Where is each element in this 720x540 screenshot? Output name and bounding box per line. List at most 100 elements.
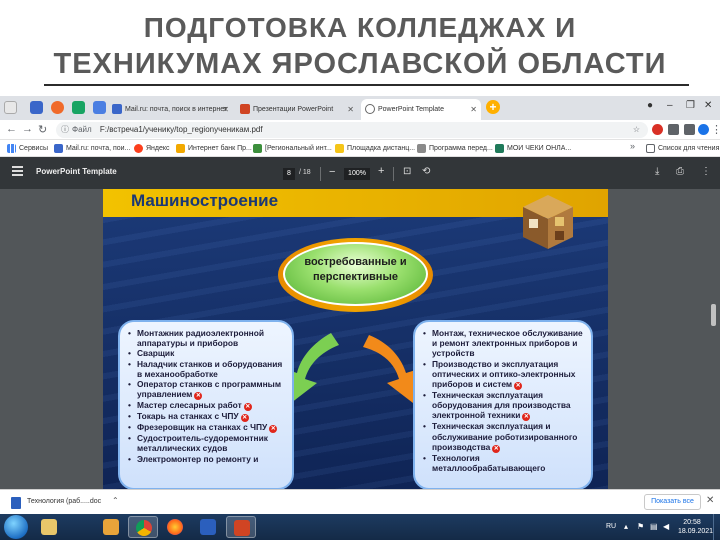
powerpoint-icon [234,520,250,536]
close-icon[interactable]: ✕ [470,99,477,120]
address-bar[interactable]: ⓘ Файл F:/встреча1/ученику/top_regionуче… [56,122,648,138]
globe-icon [365,104,375,114]
new-tab-button[interactable]: + [486,100,500,114]
zoom-in-icon[interactable]: + [378,165,384,177]
list-item: Технология металлообрабатывающего [423,453,583,473]
reload-icon[interactable]: ↻ [38,123,47,136]
list-item-text: Мастер слесарных работ [137,400,242,411]
extensions-puzzle-icon[interactable] [684,124,695,135]
center-label-line2: перспективные [313,271,398,283]
tray-arrow-icon[interactable]: ▴ [624,522,628,531]
bookmark-bank[interactable]: Интернет банк Пр... [176,142,252,155]
bookmark-star-icon[interactable]: ☆ [633,122,640,138]
bookmark-apps[interactable]: Сервисы [7,142,48,155]
bookmark-receipts[interactable]: МОИ ЧЕКИ ОНЛА... [495,142,571,155]
show-all-button[interactable]: Показать все [644,494,701,510]
taskbar-media-player[interactable] [96,516,126,538]
maximize-icon[interactable]: ❐ [686,100,695,111]
pinned-tab-icon[interactable] [4,101,17,114]
bookmark-program[interactable]: Программа перед... [417,142,493,155]
download-icon[interactable]: ⤓ [655,166,659,177]
reading-list-icon [646,144,655,153]
pinned-tab-odnoklassniki-icon[interactable] [51,101,64,114]
pinned-tab-sheets-icon[interactable] [72,101,85,114]
bookmark-distance[interactable]: Площадка дистанц... [335,142,415,155]
start-button[interactable] [4,515,28,539]
print-icon[interactable]: ⎙ [676,166,684,177]
list-item: Монтажник радиоэлектронной аппаратуры и … [128,328,284,348]
chevron-up-icon[interactable]: ⌃ [112,496,119,505]
x-mark-icon: ✕ [514,382,523,391]
minimize-icon[interactable]: – [667,100,673,111]
taskbar-word[interactable] [193,516,223,538]
tab-label: PowerPoint Template [378,106,445,113]
close-window-icon[interactable]: ✕ [704,100,712,111]
bookmark-reading-list[interactable]: Список для чтения [646,142,719,155]
pdf-menu-icon[interactable] [12,166,23,176]
page-number-input[interactable]: 8 [283,168,295,180]
close-icon[interactable]: ✕ [706,495,714,506]
info-icon[interactable]: ⓘ [61,122,69,138]
rotate-icon[interactable]: ⟲ [422,166,430,177]
taskbar-explorer[interactable] [34,516,64,538]
bookmarks-overflow-icon[interactable]: » [630,141,635,151]
language-indicator[interactable]: RU [606,523,616,530]
close-icon[interactable]: ✕ [222,99,229,120]
list-item-text: Электромонтер по ремонту и [137,453,259,464]
fit-page-icon[interactable]: ⊡ [403,166,411,177]
forward-icon[interactable]: → [22,123,33,135]
powerpoint-icon [240,104,250,114]
tab-mail[interactable]: Mail.ru: почта, поиск в интернет ✕ [108,99,233,120]
profile-avatar-icon[interactable] [698,124,709,135]
list-item: Техническая эксплуатация и обслуживание … [423,421,583,453]
back-icon[interactable]: ← [6,123,17,135]
slide-title-line2: ТЕХНИКУМАХ ЯРОСЛАВСКОЙ ОБЛАСТИ [53,48,667,80]
list-item: Оператор станков с программным управлени… [128,379,284,401]
clock[interactable]: 20:58 18.09.2021 [678,518,713,536]
bookmark-yandex[interactable]: Яндекс [134,142,170,155]
show-desktop-button[interactable] [713,514,720,540]
left-list-card: Монтажник радиоэлектронной аппаратуры и … [118,320,294,489]
list-item: Наладчик станков и оборудования в механо… [128,359,284,379]
x-mark-icon: ✕ [194,392,203,401]
download-item[interactable]: Технология (раб.....doc [27,498,101,505]
bookmarks-bar: Сервисы Mail.ru: почта, пои... Яндекс Ин… [0,140,720,157]
close-icon[interactable]: ✕ [347,99,354,120]
taskbar-chrome[interactable] [128,516,158,538]
pinned-tab-mail-icon[interactable] [30,101,43,114]
network-icon[interactable]: ▤ [650,522,658,531]
zoom-out-icon[interactable]: − [329,166,335,178]
extension-icon[interactable] [668,124,679,135]
right-list: Монтаж, техническое обслуживание и ремон… [423,328,583,473]
bookmark-regional[interactable]: [Региональный инт... [253,142,332,155]
taskbar-powerpoint[interactable] [226,516,256,538]
bookmark-mail[interactable]: Mail.ru: почта, пои... [54,142,130,155]
mail-icon [112,104,122,114]
list-item-text: Монтажник радиоэлектронной аппаратуры и … [137,328,265,349]
scrollbar-thumb[interactable] [711,304,716,326]
tab-powerpoint-template[interactable]: PowerPoint Template ✕ [361,99,481,120]
extension-abp-icon[interactable] [652,124,663,135]
clock-date: 18.09.2021 [678,528,714,535]
url-text: F:/встреча1/ученику/top_regionученикам.p… [99,125,263,134]
list-item-text: Техническая эксплуатация и обслуживание … [432,421,578,452]
explorer-icon [41,519,57,535]
slide-title: ПОДГОТОВКА КОЛЛЕДЖАХ И ТЕХНИКУМАХ ЯРОСЛА… [0,10,720,82]
kebab-menu-icon[interactable]: ⋮ [711,123,720,136]
volume-icon[interactable]: ◀ [663,522,669,531]
toolbar-divider [393,167,394,181]
word-doc-icon [11,497,21,509]
flag-icon[interactable]: ⚑ [637,522,644,531]
tab-label: Презентации PowerPoint [253,106,334,113]
zoom-input[interactable]: 100% [344,168,370,180]
more-actions-icon[interactable]: ⋮ [701,166,711,177]
profile-icon[interactable]: ● [647,100,653,111]
pinned-tab-docs-icon[interactable] [93,101,106,114]
taskbar-firefox[interactable] [160,516,190,538]
list-item: Техническая эксплуатация оборудования дл… [423,390,583,422]
pdf-page: Машиностроение востребованные и перспект… [103,189,608,489]
slide-title-line1: ПОДГОТОВКА КОЛЛЕДЖАХ И [143,12,577,43]
tab-presentations[interactable]: Презентации PowerPoint ✕ [236,99,358,120]
x-mark-icon: ✕ [240,414,249,423]
center-oval-label: востребованные и перспективные [283,255,428,285]
